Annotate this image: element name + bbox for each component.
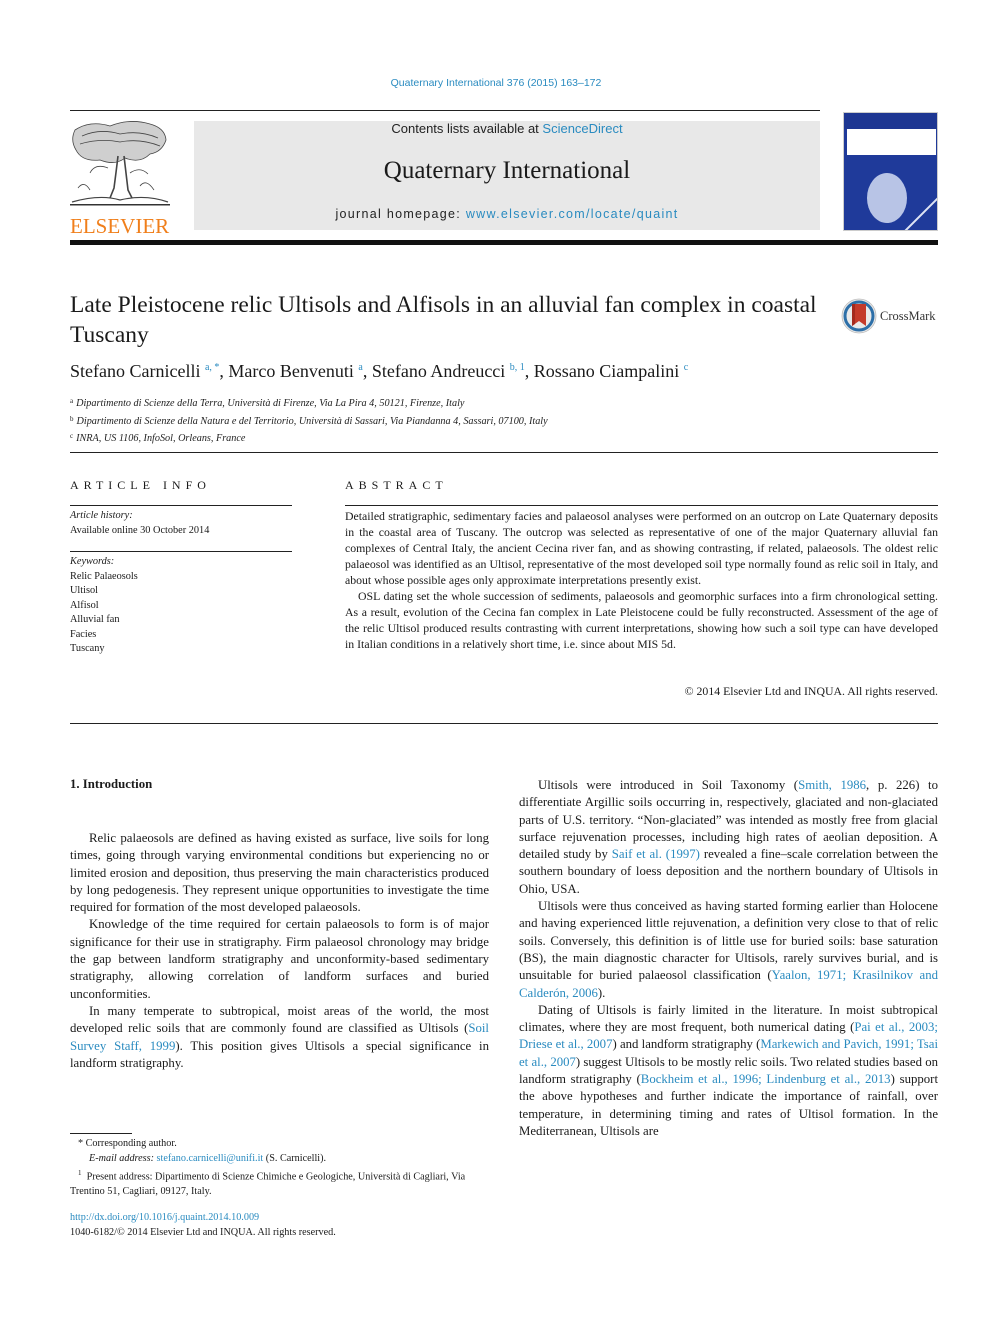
elsevier-wordmark: ELSEVIER — [70, 214, 170, 238]
keywords-rule — [70, 551, 292, 552]
abstract-heading: ABSTRACT — [345, 478, 448, 492]
author-list: Stefano Carnicelli a, *, Marco Benvenuti… — [70, 361, 689, 381]
header-rule — [70, 110, 820, 111]
author-name[interactable]: Stefano Andreucci — [372, 361, 505, 381]
sciencedirect-link[interactable]: ScienceDirect — [542, 121, 622, 136]
cover-title-band — [844, 113, 937, 129]
doi-link[interactable]: http://dx.doi.org/10.1016/j.quaint.2014.… — [70, 1211, 259, 1226]
elsevier-logo[interactable]: ELSEVIER — [70, 118, 172, 237]
author-name[interactable]: Marco Benvenuti — [228, 361, 353, 381]
abstract-paragraph: OSL dating set the whole succession of s… — [345, 589, 938, 651]
body-paragraph: Ultisols were thus conceived as having s… — [519, 898, 938, 1002]
body-text: ) and landform stratigraphy ( — [612, 1037, 761, 1052]
body-text: Relic palaeosols are defined as having e… — [70, 831, 489, 915]
affiliation-item: c INRA, US 1106, InfoSol, Orleans, France — [70, 429, 548, 447]
body-paragraph: In many temperate to subtropical, moist … — [70, 1003, 489, 1072]
header-thick-rule — [70, 240, 938, 245]
keywords-label: Keywords: — [70, 556, 115, 567]
affiliation-key: a — [70, 397, 74, 405]
contents-prefix: Contents lists available at — [391, 121, 543, 136]
affiliation-text: Dipartimento di Scienze della Natura e d… — [76, 415, 548, 427]
journal-cover-thumbnail[interactable] — [843, 112, 938, 231]
affiliation-item: b Dipartimento di Scienze della Natura e … — [70, 412, 548, 430]
affiliation-text: INRA, US 1106, InfoSol, Orleans, France — [76, 433, 246, 444]
affiliation-item: a Dipartimento di Scienze della Terra, Un… — [70, 394, 548, 412]
affiliation-key: c — [70, 432, 74, 440]
citation-link[interactable]: Saif et al. (1997) — [612, 847, 700, 861]
footnote-mark: 1 — [78, 1169, 82, 1177]
section-heading-introduction: 1. Introduction — [70, 777, 153, 791]
body-paragraph: Knowledge of the time required for certa… — [70, 916, 489, 1002]
citation-link[interactable]: Bockheim et al., 1996; Lindenburg et al.… — [641, 1072, 891, 1086]
affiliations-rule — [70, 452, 938, 453]
author-affiliation-mark[interactable]: a, * — [205, 362, 219, 373]
abstract-rule — [345, 505, 938, 506]
keyword-item: Alfisol — [70, 599, 99, 611]
abstract-copyright: © 2014 Elsevier Ltd and INQUA. All right… — [684, 684, 938, 698]
author-name[interactable]: Rossano Ciampalini — [534, 361, 680, 381]
crossmark-icon — [841, 298, 877, 334]
history-label: Article history: — [70, 510, 133, 521]
body-text: Ultisols were introduced in Soil Taxonom… — [538, 778, 799, 792]
body-paragraph: Relic palaeosols are defined as having e… — [70, 830, 489, 916]
footnotes: * Corresponding author. E-mail address: … — [70, 1137, 489, 1199]
author-name[interactable]: Stefano Carnicelli — [70, 361, 200, 381]
elsevier-tree-icon — [70, 121, 170, 206]
journal-name: Quaternary International — [383, 157, 631, 184]
present-address-text: Present address: Dipartimento di Scienze… — [70, 1171, 466, 1197]
body-text: ). — [597, 985, 606, 1000]
keyword-item: Ultisol — [70, 585, 99, 596]
crossmark-label: CrossMark — [880, 308, 936, 323]
body-column-right: Ultisols were introduced in Soil Taxonom… — [519, 777, 938, 1140]
article-title: Late Pleistocene relic Ultisols and Alfi… — [70, 292, 817, 348]
body-column-left: Relic palaeosols are defined as having e… — [70, 830, 489, 1072]
author-affiliation-mark[interactable]: b, 1 — [510, 362, 525, 373]
article-history: Article history: Available online 30 Oct… — [70, 509, 292, 538]
author-affiliation-mark[interactable]: a — [358, 362, 362, 373]
journal-citation[interactable]: Quaternary International 376 (2015) 163–… — [0, 77, 992, 89]
email-note: E-mail address: stefano.carnicelli@unifi… — [70, 1152, 489, 1167]
author-affiliation-mark[interactable]: c — [684, 362, 688, 373]
keyword-item: Relic Palaeosols — [70, 570, 138, 582]
body-text: In many temperate to subtropical, moist … — [70, 1003, 489, 1036]
email-link[interactable]: stefano.carnicelli@unifi.it — [157, 1153, 264, 1164]
article-info-rule — [70, 505, 292, 506]
history-value: Available online 30 October 2014 — [70, 524, 210, 536]
body-text: Knowledge of the time required for certa… — [70, 917, 489, 1001]
body-paragraph: Dating of Ultisols is fairly limited in … — [519, 1002, 938, 1140]
keyword-item: Alluvial fan — [70, 614, 120, 625]
journal-masthead: Contents lists available at ScienceDirec… — [194, 121, 820, 230]
article-info-heading: ARTICLE INFO — [70, 478, 211, 492]
keyword-item: Facies — [70, 628, 97, 640]
citation-link[interactable]: Smith, 1986 — [798, 778, 866, 792]
homepage-link[interactable]: www.elsevier.com/locate/quaint — [466, 207, 679, 221]
affiliations: a Dipartimento di Scienze della Terra, Un… — [70, 394, 548, 447]
cover-emblem-icon — [867, 173, 907, 223]
crossmark-badge[interactable]: CrossMark — [841, 296, 941, 336]
corresponding-author-note: * Corresponding author. — [78, 1138, 177, 1149]
abstract-bottom-rule — [70, 723, 938, 724]
abstract-body: Detailed stratigraphic, sedimentary faci… — [345, 508, 938, 652]
affiliation-key: b — [70, 414, 74, 423]
footnote-rule — [70, 1133, 132, 1134]
present-address-note: 1 Present address: Dipartimento di Scien… — [70, 1166, 489, 1199]
homepage-prefix: journal homepage: — [335, 207, 466, 221]
keywords-block: Keywords: Relic Palaeosols Ultisol Alfis… — [70, 555, 292, 657]
body-paragraph: Ultisols were introduced in Soil Taxonom… — [519, 777, 938, 898]
issn-copyright: 1040-6182/© 2014 Elsevier Ltd and INQUA.… — [70, 1227, 336, 1238]
contents-line: Contents lists available at ScienceDirec… — [194, 121, 820, 136]
email-label: E-mail address: — [89, 1152, 157, 1164]
email-suffix: (S. Carnicelli). — [263, 1152, 327, 1164]
abstract-paragraph: Detailed stratigraphic, sedimentary faci… — [345, 509, 938, 587]
cover-white-panel — [847, 129, 936, 155]
homepage-line: journal homepage: www.elsevier.com/locat… — [194, 207, 820, 221]
affiliation-text: Dipartimento di Scienze della Terra, Uni… — [76, 398, 465, 409]
keyword-item: Tuscany — [70, 643, 105, 654]
